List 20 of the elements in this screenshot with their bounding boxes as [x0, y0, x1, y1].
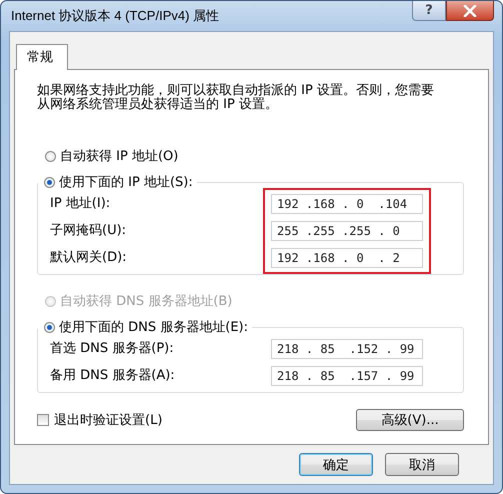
ip-field[interactable]: 192 .168 . 0 . 2	[271, 248, 423, 268]
field-label: 默认网关(D):	[50, 249, 127, 267]
help-button[interactable]: ?	[412, 1, 446, 21]
checkbox[interactable]: 退出时验证设置(L)	[37, 411, 162, 429]
close-icon	[463, 4, 477, 16]
field-label: 备用 DNS 服务器(A):	[50, 367, 175, 385]
window-title: Internet 协议版本 4 (TCP/IPv4) 属性	[10, 7, 220, 25]
field-label: 首选 DNS 服务器(P):	[50, 340, 175, 358]
ip-field[interactable]: 192 .168 . 0 .104	[271, 194, 423, 214]
field-label: 子网掩码(U):	[50, 222, 127, 240]
close-button[interactable]	[446, 1, 494, 21]
ip-field[interactable]: 255 .255 .255 . 0	[271, 221, 423, 241]
ip-field[interactable]: 218 . 85 .157 . 99	[271, 366, 423, 386]
field-label: IP 地址(I):	[50, 195, 112, 213]
tab[interactable]: 常规	[16, 44, 68, 70]
advanced-button[interactable]: 高级(V)...	[356, 409, 464, 431]
ip-field[interactable]: 218 . 85 .152 . 99	[271, 339, 423, 359]
dialog-button[interactable]: 取消	[385, 453, 459, 476]
dialog-button[interactable]: 确定	[299, 453, 373, 476]
description-text: 如果网络支持此功能，则可以获取自动指派的 IP 设置。否则，您需要从网络系统管理员处获得适当的 IP 设置。	[37, 84, 435, 112]
